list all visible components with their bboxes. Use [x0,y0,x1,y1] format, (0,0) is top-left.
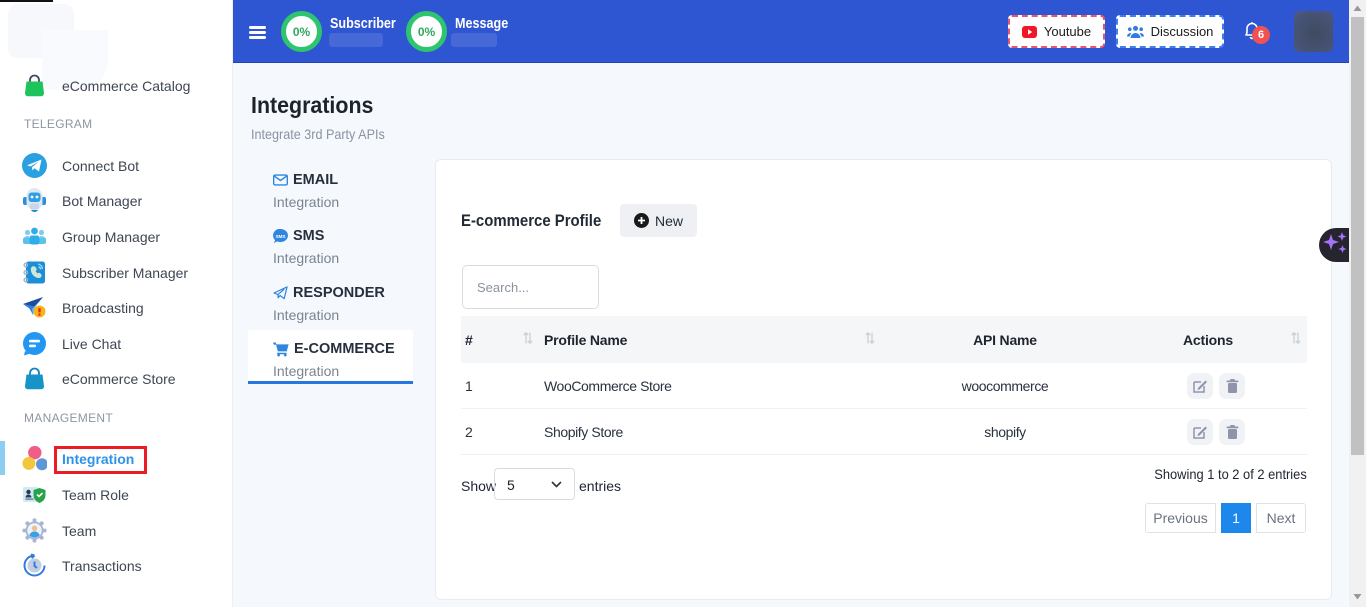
svg-text:SMS: SMS [275,234,285,239]
